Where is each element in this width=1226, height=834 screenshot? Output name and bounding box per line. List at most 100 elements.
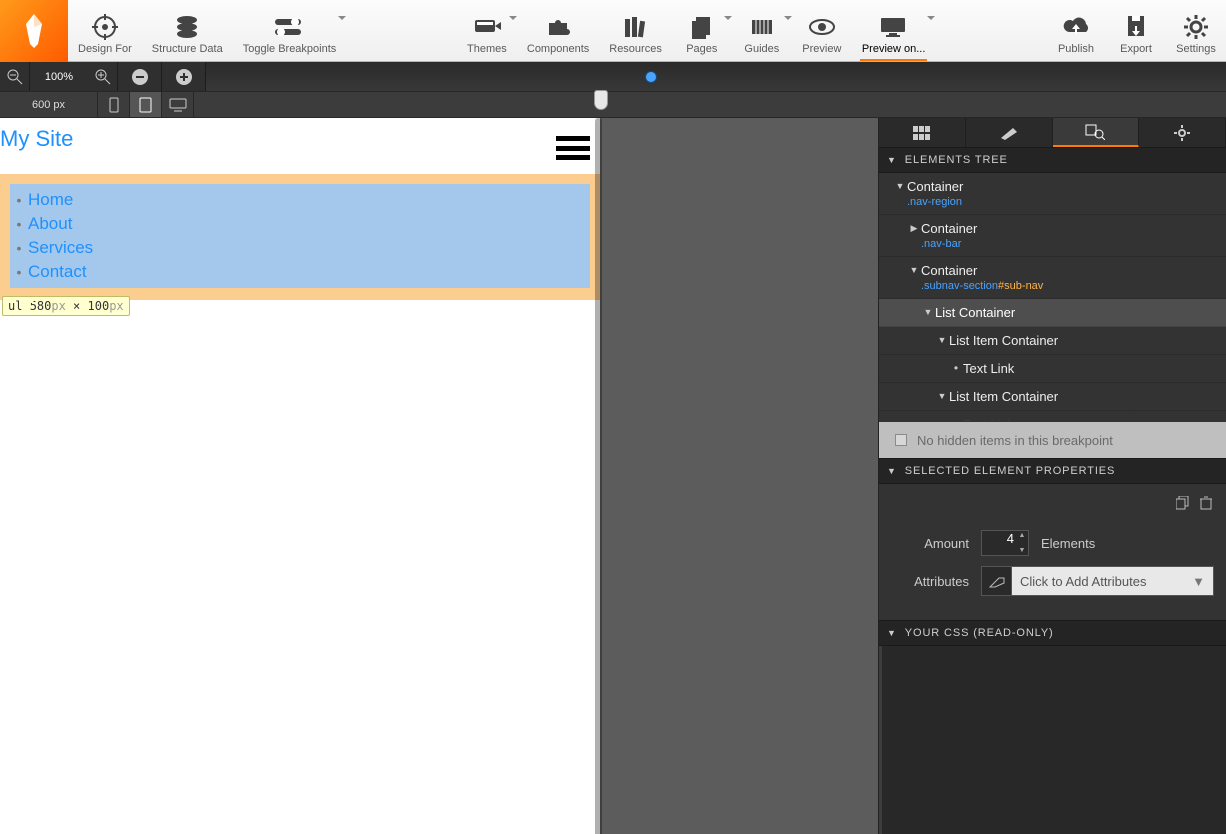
canvas-scrollbar[interactable] <box>595 118 602 834</box>
elements-suffix-label: Elements <box>1041 536 1095 551</box>
duplicate-button[interactable] <box>1176 496 1190 510</box>
elements-tree-header[interactable]: ELEMENTS TREE <box>879 147 1226 173</box>
your-css-body <box>879 646 1226 834</box>
selected-properties-body: Amount 4 ▲▼ Elements Attributes Click to… <box>879 484 1226 620</box>
pages-button[interactable]: Pages <box>672 0 732 61</box>
nav-link[interactable]: About <box>28 212 72 236</box>
nav-link[interactable]: Home <box>28 188 73 212</box>
your-css-header[interactable]: YOUR CSS (READ-ONLY) <box>879 620 1226 646</box>
chevron-down-icon[interactable]: ▼ <box>893 179 907 191</box>
tree-row[interactable]: ▼Container.subnav-section#sub-nav <box>879 257 1226 299</box>
chevron-down-icon[interactable]: ▼ <box>907 263 921 275</box>
nav-item[interactable]: About <box>10 212 590 236</box>
zoom-minus-button[interactable] <box>118 62 162 91</box>
themes-button[interactable]: Themes <box>457 0 517 61</box>
tree-item-class: .nav-bar <box>921 238 977 250</box>
themes-label: Themes <box>467 43 507 55</box>
monitor-icon <box>879 16 909 38</box>
tree-row[interactable]: ▼List Item Container <box>879 327 1226 355</box>
attributes-input[interactable]: Click to Add Attributes▼ <box>1011 566 1214 596</box>
resources-label: Resources <box>609 43 662 55</box>
settings-button[interactable]: Settings <box>1166 0 1226 61</box>
tree-row[interactable]: •Text Link <box>879 355 1226 383</box>
selected-properties-header[interactable]: SELECTED ELEMENT PROPERTIES <box>879 458 1226 484</box>
dim-element: ul <box>8 299 22 313</box>
attributes-icon-button[interactable] <box>981 566 1011 596</box>
chevron-down-icon[interactable]: ▼ <box>1017 547 1027 554</box>
export-button[interactable]: Export <box>1106 0 1166 61</box>
panel-tab-inspect[interactable] <box>1053 118 1140 147</box>
tag-icon <box>989 574 1005 588</box>
tree-item-name: List Item Container <box>949 333 1058 348</box>
publish-button[interactable]: Publish <box>1046 0 1106 61</box>
panel-tab-style[interactable] <box>966 118 1053 147</box>
toggle-breakpoints-button[interactable]: Toggle Breakpoints <box>233 0 347 61</box>
hamburger-button[interactable] <box>556 136 590 160</box>
zoom-slider-thumb[interactable] <box>646 72 656 82</box>
tree-row[interactable]: ▶Container.nav-bar <box>879 215 1226 257</box>
nav-item[interactable]: Contact <box>10 260 590 284</box>
nav-item[interactable]: Home <box>10 188 590 212</box>
app-logo[interactable] <box>0 0 68 62</box>
hidden-items-label: No hidden items in this breakpoint <box>917 433 1113 448</box>
puzzle-icon <box>545 15 571 39</box>
books-icon <box>623 15 649 39</box>
device-phone-button[interactable] <box>98 92 130 117</box>
preview-button[interactable]: Preview <box>792 0 852 61</box>
panel-tab-settings[interactable] <box>1139 118 1226 147</box>
components-button[interactable]: Components <box>517 0 599 61</box>
zoom-plus-button[interactable] <box>162 62 206 91</box>
tree-row[interactable]: ▼Container.nav-region <box>879 173 1226 215</box>
chevron-down-icon[interactable]: ▼ <box>935 389 949 401</box>
canvas[interactable]: My Site HomeAboutServicesContact ul 580p… <box>0 118 878 834</box>
zoom-in-small-button[interactable] <box>88 62 118 91</box>
device-desktop-button[interactable] <box>162 92 194 117</box>
zoom-out-small-button[interactable] <box>0 62 30 91</box>
nav-link[interactable]: Services <box>28 236 93 260</box>
dim-height: 100 <box>88 299 110 313</box>
canvas-scrollbar-thumb[interactable] <box>595 118 602 834</box>
chevron-down-icon <box>887 627 897 639</box>
guides-button[interactable]: Guides <box>732 0 792 61</box>
nav-link[interactable]: Contact <box>28 260 87 284</box>
preview-on-button[interactable]: Preview on... <box>852 0 936 61</box>
chevron-down-icon[interactable]: ▼ <box>921 305 935 317</box>
settings-label: Settings <box>1176 43 1216 55</box>
stack-icon <box>174 15 200 39</box>
cloud-up-icon <box>1062 16 1090 38</box>
chevron-right-icon[interactable]: ▶ <box>907 221 921 234</box>
grid-icon <box>913 126 931 140</box>
zoom-slider[interactable] <box>206 62 1226 91</box>
panel-tab-grid[interactable] <box>879 118 966 147</box>
amount-spinner[interactable]: ▲▼ <box>1017 532 1027 554</box>
device-tablet-button[interactable] <box>130 92 162 117</box>
eye-icon <box>808 17 836 37</box>
zoom-in-icon <box>95 69 111 85</box>
hidden-items-row[interactable]: No hidden items in this breakpoint <box>879 422 1226 458</box>
inspector-panel: ELEMENTS TREE ▼Container.nav-region▶Cont… <box>878 118 1226 834</box>
selected-list-container[interactable]: HomeAboutServicesContact <box>10 184 590 288</box>
publish-label: Publish <box>1058 43 1094 55</box>
attributes-label: Attributes <box>891 574 981 589</box>
design-for-button[interactable]: Design For <box>68 0 142 61</box>
zoom-percent[interactable]: 100% <box>34 67 84 87</box>
hidden-items-checkbox[interactable] <box>895 434 907 446</box>
tree-item-class: .subnav-section#sub-nav <box>921 280 1043 292</box>
dim-sep: × <box>66 299 88 313</box>
site-title[interactable]: My Site <box>0 118 600 162</box>
amount-stepper[interactable]: 4 ▲▼ <box>981 530 1029 556</box>
chevron-up-icon[interactable]: ▲ <box>1017 532 1027 539</box>
tree-row[interactable]: ▼List Item Container <box>879 383 1226 411</box>
elements-tree[interactable]: ▼Container.nav-region▶Container.nav-bar▼… <box>879 173 1226 422</box>
delete-button[interactable] <box>1200 496 1212 510</box>
nav-item[interactable]: Services <box>10 236 590 260</box>
page-preview[interactable]: My Site HomeAboutServicesContact ul 580p… <box>0 118 600 834</box>
top-toolbar: Design For Structure Data Toggle Breakpo… <box>0 0 1226 62</box>
tree-row[interactable]: ▼List Container <box>879 299 1226 327</box>
structure-data-button[interactable]: Structure Data <box>142 0 233 61</box>
breakpoint-slider[interactable] <box>194 92 1226 117</box>
design-for-label: Design For <box>78 43 132 55</box>
breakpoint-handle[interactable] <box>594 90 608 110</box>
chevron-down-icon[interactable]: ▼ <box>935 333 949 345</box>
resources-button[interactable]: Resources <box>599 0 672 61</box>
